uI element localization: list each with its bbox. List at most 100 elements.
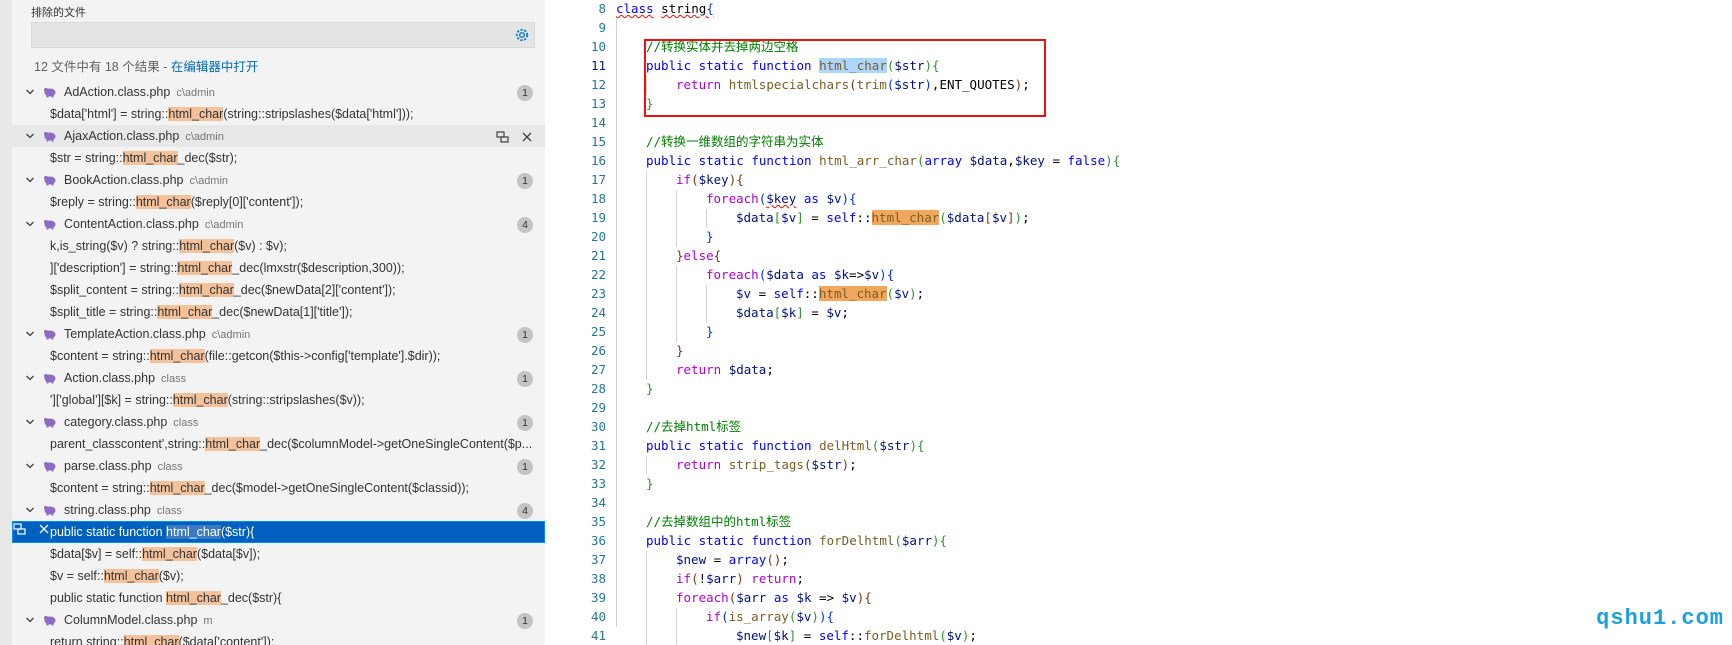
chevron-down-icon[interactable] (24, 130, 36, 142)
code-line: } (706, 229, 714, 244)
chevron-down-icon[interactable] (24, 614, 36, 626)
php-file-icon (43, 372, 57, 384)
replace-all-icon[interactable] (495, 129, 511, 145)
file-name-text: TemplateAction.class.php (64, 327, 206, 341)
match-result-row[interactable]: $content = string::html_char(file::getco… (12, 345, 545, 367)
match-result-row[interactable]: $reply = string::html_char($reply[0]['co… (12, 191, 545, 213)
exclude-files-label: 排除的文件 (31, 7, 86, 19)
chevron-down-icon[interactable] (24, 174, 36, 186)
file-result-row[interactable]: Action.class.php class 1 (12, 367, 545, 389)
code-line: return strip_tags($str); (676, 457, 857, 472)
file-result-row[interactable]: AdAction.class.php c\admin 1 (12, 81, 545, 103)
match-text: public static function html_char_dec($st… (50, 591, 540, 605)
match-highlight: html_char (149, 349, 205, 363)
line-number: 21 (590, 248, 606, 263)
match-result-row[interactable]: public static function html_char_dec($st… (12, 587, 545, 609)
dismiss-icon[interactable] (519, 129, 535, 145)
exclude-files-input[interactable] (31, 22, 535, 48)
file-result-row[interactable]: parse.class.php class 1 (12, 455, 545, 477)
match-highlight: html_char (135, 195, 191, 209)
line-number: 36 (590, 533, 606, 548)
file-result-row[interactable]: ContentAction.class.php c\admin 4 (12, 213, 545, 235)
file-dir: c\admin (204, 219, 244, 231)
code-line: } (646, 476, 654, 491)
match-suffix: (string::stripslashes($v)); (227, 393, 365, 407)
code-line: } (646, 381, 654, 396)
match-result-row[interactable]: return string::html_char($data['content'… (12, 631, 545, 645)
match-result-row[interactable]: $content = string::html_char_dec($model-… (12, 477, 545, 499)
replace-icon[interactable] (12, 521, 28, 537)
code-line: public static function forDelhtml($arr){ (646, 533, 948, 548)
match-prefix: $content = string:: (50, 481, 150, 495)
line-number: 26 (590, 343, 606, 358)
match-result-row[interactable]: $data[$v] = self::html_char($data[$v]); (12, 543, 545, 565)
file-result-row[interactable]: category.class.php class 1 (12, 411, 545, 433)
file-result-row[interactable]: string.class.php class 4 (12, 499, 545, 521)
file-name-text: Action.class.php (64, 371, 156, 385)
code-line: $new = array(); (676, 552, 789, 567)
chevron-down-icon[interactable] (24, 504, 36, 516)
match-result-row[interactable]: $split_title = string::html_char_dec($ne… (12, 301, 545, 323)
file-result-row[interactable]: BookAction.class.php c\admin 1 (12, 169, 545, 191)
match-count-badge: 4 (517, 217, 533, 233)
php-file-icon (43, 174, 57, 186)
file-result-row[interactable]: AjaxAction.class.php c\admin (12, 125, 545, 147)
code-line: } (676, 343, 684, 358)
match-result-row[interactable]: $data['html'] = string::html_char(string… (12, 103, 545, 125)
match-count-badge: 1 (517, 613, 533, 629)
code-line: //去掉html标签 (646, 419, 742, 434)
file-name-text: AdAction.class.php (64, 85, 171, 99)
code-line: class string{ (616, 1, 714, 16)
php-file-icon (43, 130, 57, 142)
match-suffix: _dec($newData[1]['title']); (212, 305, 353, 319)
use-exclude-settings-button[interactable] (513, 26, 531, 44)
match-text: $str = string::html_char_dec($str); (50, 151, 540, 165)
code-line: return $data; (676, 362, 774, 377)
match-result-row[interactable]: k,is_string($v) ? string::html_char($v) … (12, 235, 545, 257)
open-in-editor-link[interactable]: 在编辑器中打开 (171, 60, 259, 74)
chevron-down-icon[interactable] (24, 460, 36, 472)
match-prefix: public static function (50, 591, 167, 605)
match-result-row[interactable]: $str = string::html_char_dec($str); (12, 147, 545, 169)
code-line: $data[$v] = self::html_char($data[$v]); (736, 210, 1030, 225)
file-dir: c\admin (211, 329, 251, 341)
chevron-down-icon[interactable] (24, 372, 36, 384)
match-suffix: (string::stripslashes($data['html'])); (223, 107, 414, 121)
match-count-badge: 1 (517, 371, 533, 387)
line-number: 22 (590, 267, 606, 282)
match-text: ]['description'] = string::html_char_dec… (50, 261, 540, 275)
file-result-row[interactable]: ColumnModel.class.php m 1 (12, 609, 545, 631)
chevron-down-icon[interactable] (24, 416, 36, 428)
line-number: 13 (590, 96, 606, 111)
match-highlight: html_char (205, 437, 261, 451)
chevron-down-icon[interactable] (24, 86, 36, 98)
match-text: $split_content = string::html_char_dec($… (50, 283, 540, 297)
match-result-row[interactable]: public static function html_char($str){ (12, 521, 545, 543)
indent-guide (676, 608, 677, 645)
match-result-row[interactable]: ']['global'][$k] = string::html_char(str… (12, 389, 545, 411)
file-result-row[interactable]: TemplateAction.class.php c\admin 1 (12, 323, 545, 345)
match-suffix: ($reply[0]['content']); (190, 195, 304, 209)
match-text: $data[$v] = self::html_char($data[$v]); (50, 547, 540, 561)
code-line: foreach($key as $v){ (706, 191, 857, 206)
activity-rail (0, 0, 12, 645)
match-result-row[interactable]: ]['description'] = string::html_char_dec… (12, 257, 545, 279)
match-result-row[interactable]: parent_classcontent',string::html_char_d… (12, 433, 545, 455)
file-dir: class (156, 505, 182, 517)
line-number: 39 (590, 590, 606, 605)
match-result-row[interactable]: $v = self::html_char($v); (12, 565, 545, 587)
php-file-icon (43, 460, 57, 472)
indent-guide (706, 209, 707, 228)
code-line: } (706, 324, 714, 339)
file-name: BookAction.class.php c\admin (64, 173, 228, 187)
indent-guide (646, 171, 647, 380)
file-dir: m (203, 615, 213, 627)
match-result-row[interactable]: $split_content = string::html_char_dec($… (12, 279, 545, 301)
line-number: 11 (590, 58, 606, 73)
code-line: public static function html_arr_char(arr… (646, 153, 1121, 168)
code-line: //去掉数组中的html标签 (646, 514, 792, 529)
file-name: parse.class.php class (64, 459, 183, 473)
dismiss-icon[interactable] (36, 521, 52, 537)
chevron-down-icon[interactable] (24, 218, 36, 230)
chevron-down-icon[interactable] (24, 328, 36, 340)
